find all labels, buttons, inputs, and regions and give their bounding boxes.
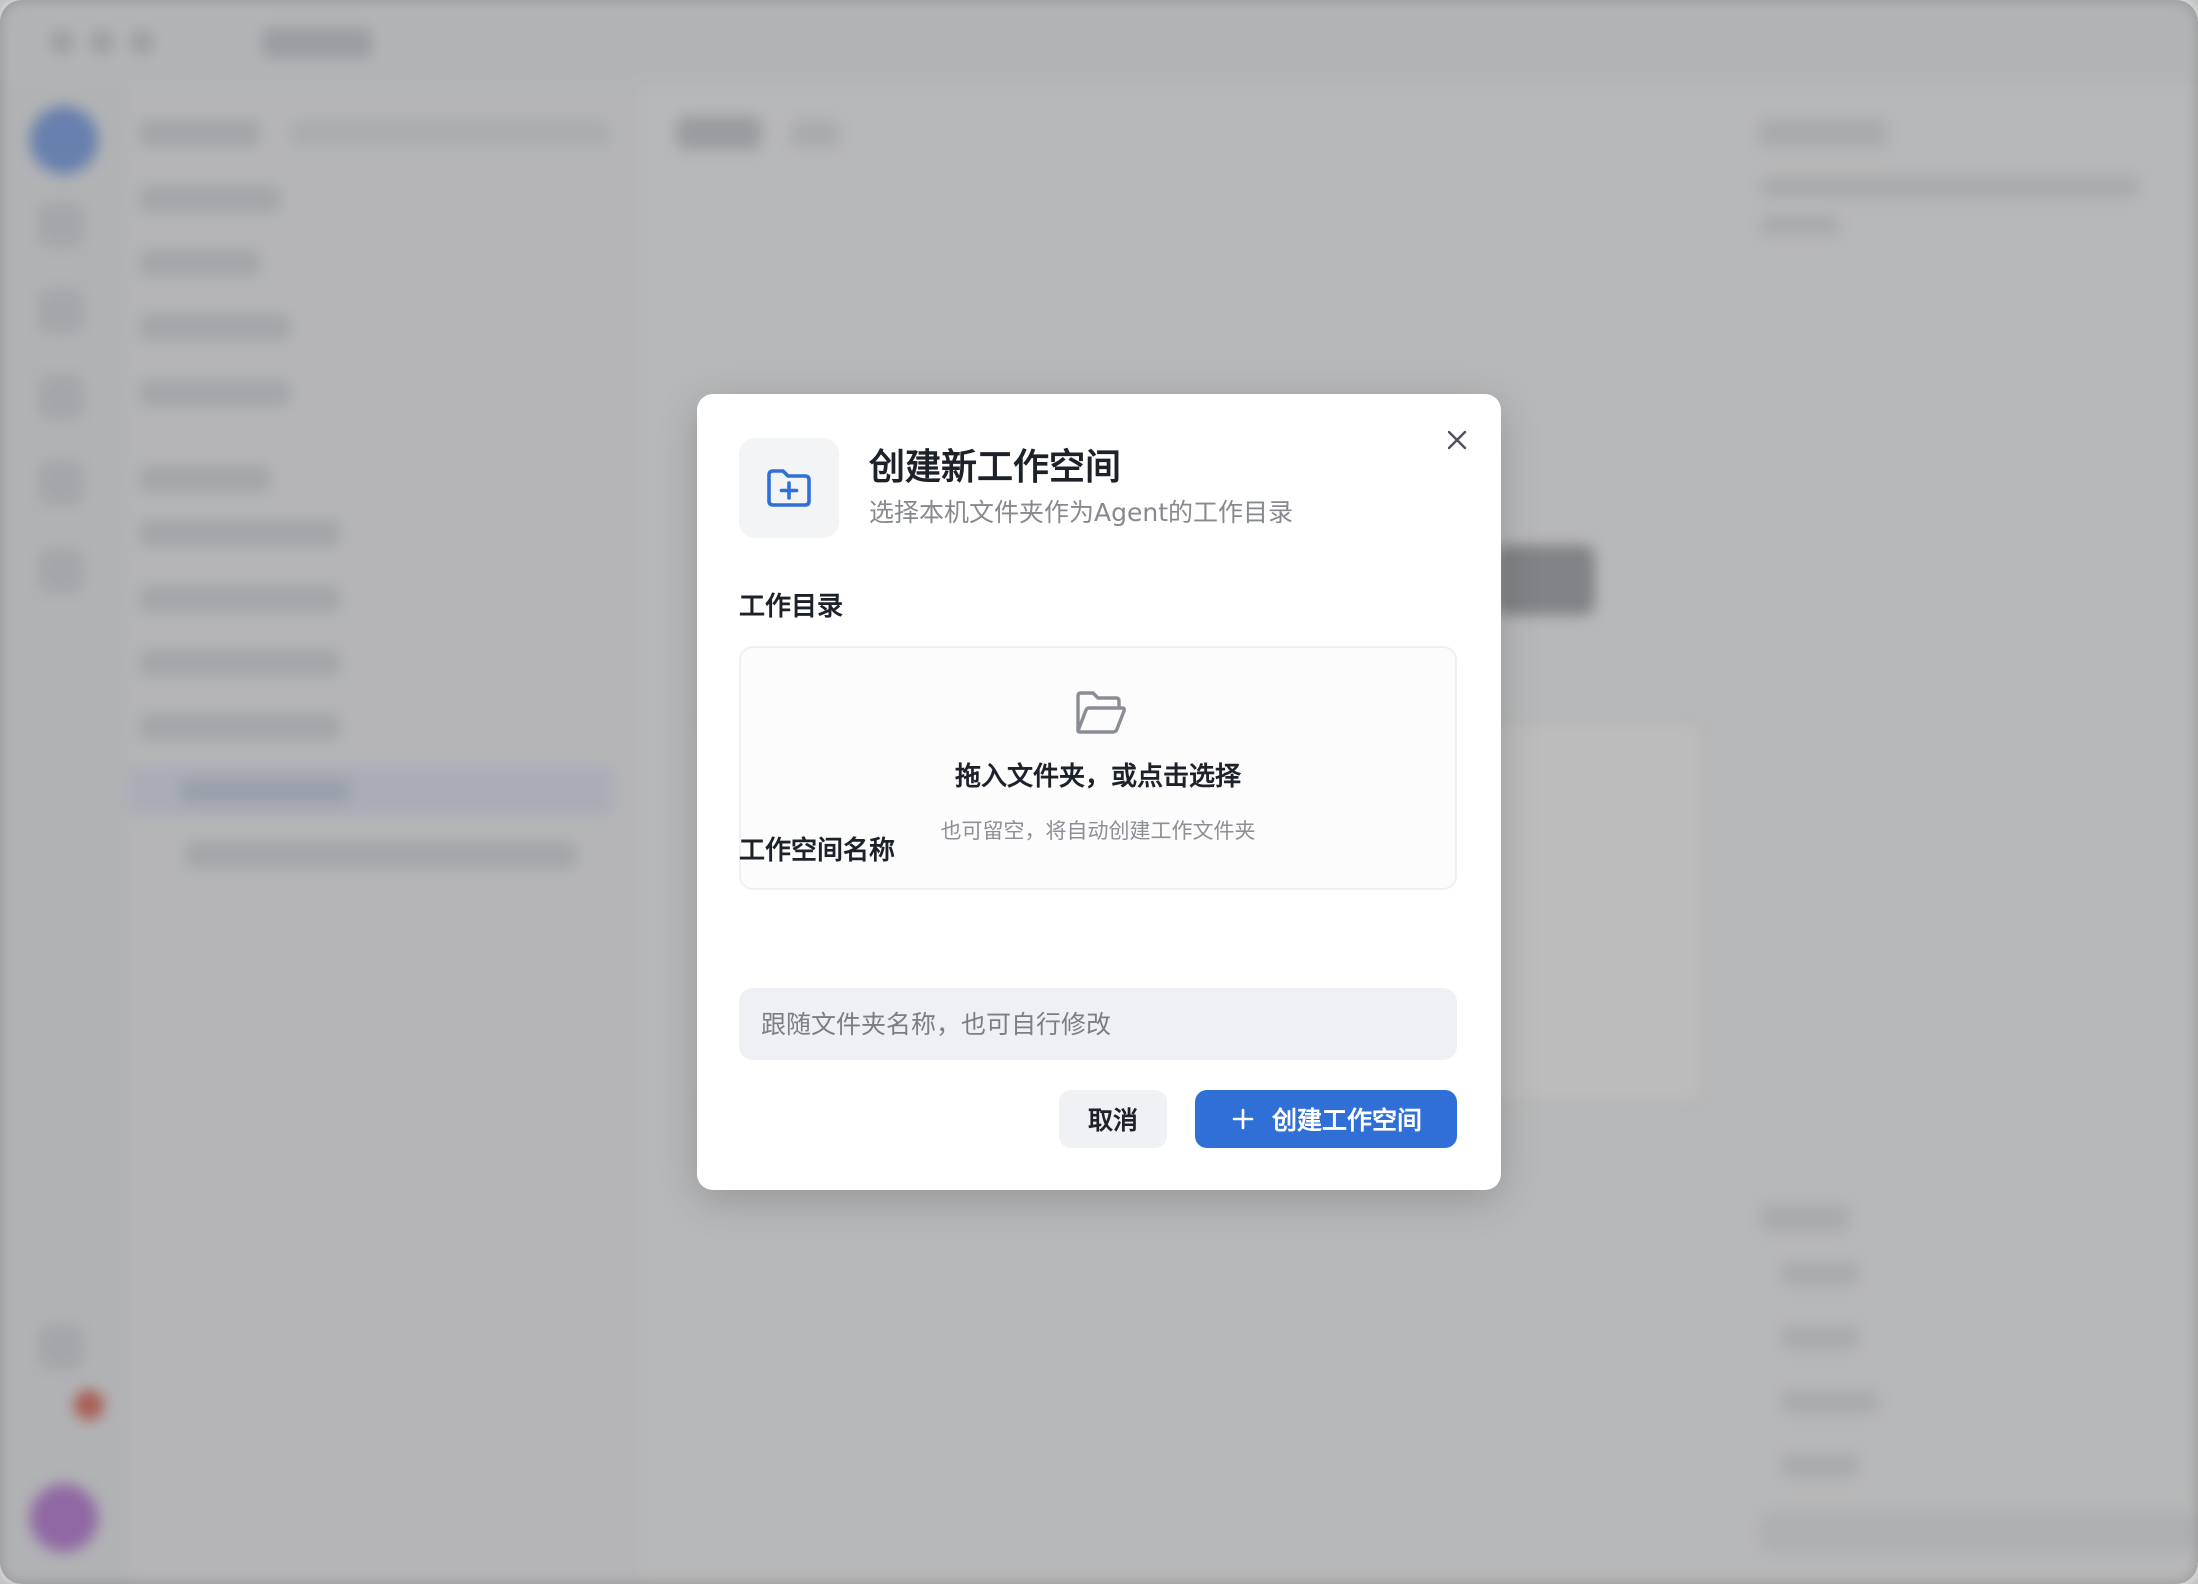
close-icon [1447,430,1467,450]
dialog-subtitle: 选择本机文件夹作为Agent的工作目录 [869,498,1294,527]
create-button-label: 创建工作空间 [1271,1106,1422,1135]
folder-plus-icon [767,469,811,507]
directory-label: 工作目录 [739,592,844,622]
close-button[interactable] [1437,420,1477,460]
plus-icon [1230,1106,1256,1132]
workspace-name-input[interactable] [739,988,1457,1060]
cancel-button[interactable]: 取消 [1059,1090,1167,1148]
folder-open-icon [1076,691,1126,734]
dialog-title: 创建新工作空间 [869,447,1122,488]
create-workspace-dialog: 创建新工作空间 选择本机文件夹作为Agent的工作目录 工作目录 拖入文件夹，或… [697,394,1501,1190]
dropzone-title: 拖入文件夹，或点击选择 [954,762,1241,792]
workspace-name-label: 工作空间名称 [739,836,896,866]
create-workspace-button[interactable]: 创建工作空间 [1195,1090,1457,1148]
header-icon-tile [739,438,839,538]
